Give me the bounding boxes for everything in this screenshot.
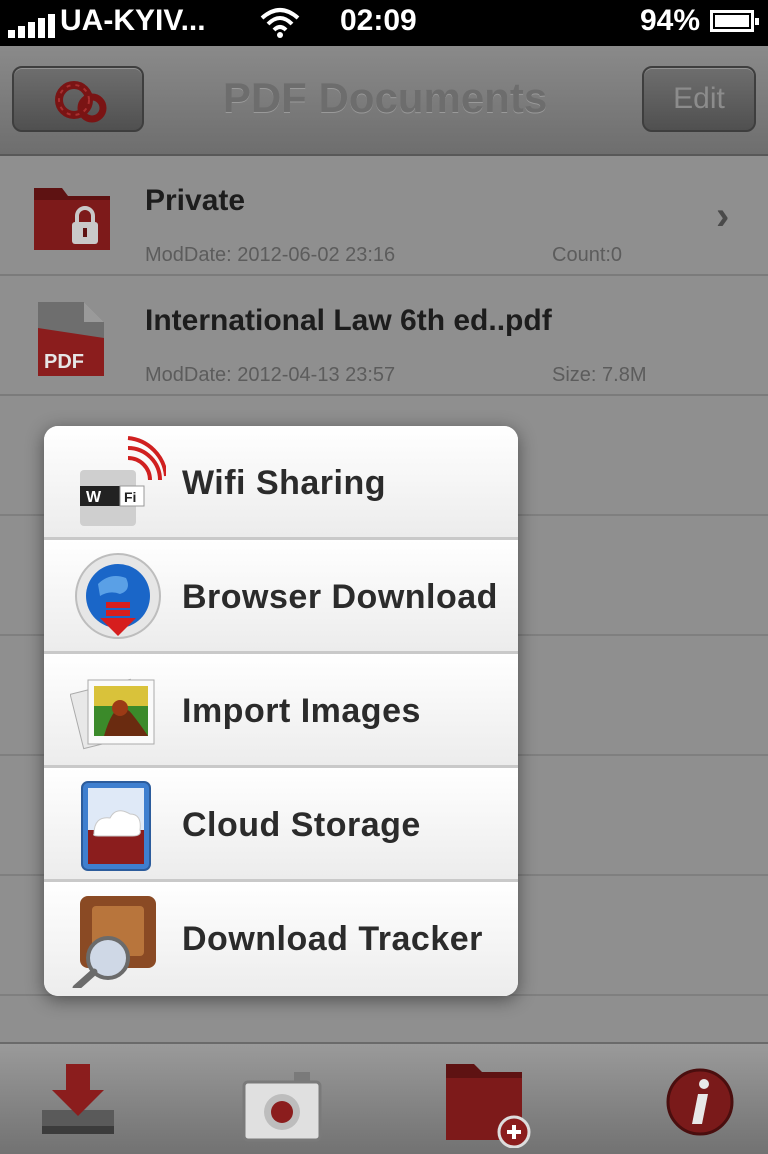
cloud-storage-icon	[81, 781, 151, 871]
clock: 02:09	[340, 4, 417, 37]
info-icon[interactable]	[660, 1058, 750, 1148]
browser-download-icon	[75, 553, 161, 639]
battery-percent: 94%	[640, 4, 701, 37]
mod-date: ModDate: 2012-06-02 23:16	[145, 244, 396, 266]
gears-icon	[55, 81, 107, 123]
menu-item-wifi-sharing[interactable]: W Fi Wifi Sharing	[44, 426, 518, 540]
list-item-folder[interactable]: Private ModDate: 2012-06-02 23:16 Count:…	[0, 156, 768, 276]
menu-item-label: Download Tracker	[182, 920, 483, 958]
locked-folder-icon	[34, 188, 110, 250]
signal-strength-icon	[8, 14, 58, 38]
menu-item-label: Browser Download	[182, 578, 498, 616]
navigation-bar: PDF Documents Edit	[0, 46, 768, 156]
file-size: Size: 7.8M	[552, 364, 647, 386]
menu-item-cloud-storage[interactable]: Cloud Storage	[44, 768, 518, 882]
add-documents-menu: W Fi Wifi Sharing Browser Download Impor…	[44, 426, 518, 996]
import-images-icon	[70, 678, 155, 750]
wifi-sharing-icon: W Fi	[80, 436, 166, 526]
download-tray-icon[interactable]	[38, 1058, 128, 1148]
svg-text:W: W	[86, 489, 102, 506]
file-name: International Law 6th ed..pdf	[145, 304, 552, 337]
chevron-right-icon: ›	[716, 194, 730, 238]
wifi-icon	[260, 8, 300, 38]
download-tracker-icon	[72, 896, 156, 988]
edit-button[interactable]: Edit	[642, 66, 756, 132]
menu-item-download-tracker[interactable]: Download Tracker	[44, 882, 518, 996]
menu-item-label: Cloud Storage	[182, 806, 421, 844]
new-folder-icon[interactable]	[444, 1058, 534, 1148]
item-count: Count:0	[552, 244, 623, 266]
mod-date: ModDate: 2012-04-13 23:57	[145, 364, 396, 386]
pdf-file-icon: PDF	[38, 302, 104, 376]
bottom-toolbar	[0, 1042, 768, 1154]
menu-item-label: Import Images	[182, 692, 421, 730]
menu-item-browser-download[interactable]: Browser Download	[44, 540, 518, 654]
file-name: Private	[145, 184, 246, 217]
svg-text:Fi: Fi	[124, 489, 136, 505]
settings-button[interactable]	[12, 66, 144, 132]
battery-icon	[710, 10, 759, 32]
page-title: PDF Documents	[222, 74, 548, 121]
carrier-name: UA-KYIV...	[60, 4, 206, 37]
menu-item-label: Wifi Sharing	[182, 464, 387, 502]
svg-text:PDF: PDF	[44, 351, 84, 373]
menu-item-import-images[interactable]: Import Images	[44, 654, 518, 768]
status-bar: UA-KYIV... 02:09 94%	[0, 0, 768, 46]
list-item-pdf[interactable]: PDF International Law 6th ed..pdf ModDat…	[0, 276, 768, 396]
camera-icon[interactable]	[240, 1058, 324, 1148]
